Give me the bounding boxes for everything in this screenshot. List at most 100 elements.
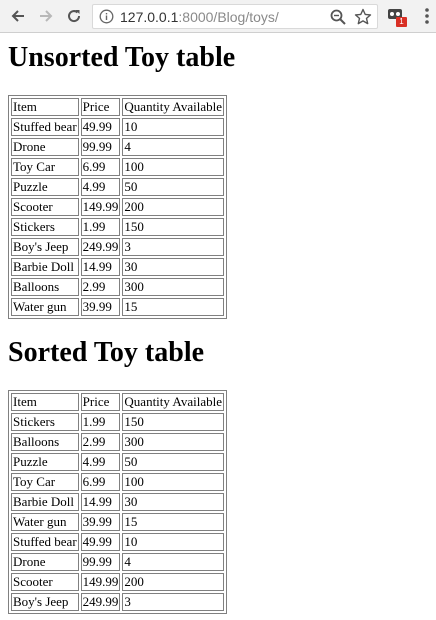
table-cell: 200	[122, 573, 225, 591]
info-icon[interactable]	[99, 9, 114, 24]
back-button[interactable]	[6, 4, 30, 28]
table-cell: Drone	[11, 553, 79, 571]
table-cell: 150	[122, 218, 225, 236]
table-cell: Item	[11, 98, 79, 116]
table-cell: 300	[122, 278, 225, 296]
bookmark-star-icon[interactable]	[354, 8, 372, 26]
table-cell: Scooter	[11, 198, 79, 216]
url-host: 127.0.0.1	[120, 9, 179, 25]
table-row: Toy Car 6.99 100	[11, 473, 225, 491]
url-text: 127.0.0.1:8000/Blog/toys/	[120, 9, 279, 25]
forward-arrow-icon	[40, 10, 53, 22]
table-cell: 10	[122, 118, 225, 136]
table-cell: Puzzle	[11, 453, 79, 471]
table-cell: Toy Car	[11, 158, 79, 176]
table-cell: 149.99	[80, 573, 121, 591]
table-cell: Drone	[11, 138, 79, 156]
table-cell: 99.99	[80, 553, 121, 571]
table-cell: 100	[122, 473, 225, 491]
table-cell: Puzzle	[11, 178, 79, 196]
table-cell: 49.99	[80, 533, 121, 551]
table-cell: 3	[122, 593, 225, 611]
table-cell: Balloons	[11, 278, 79, 296]
table-cell: Scooter	[11, 573, 79, 591]
table-cell: Toy Car	[11, 473, 79, 491]
table-cell: Stickers	[11, 413, 79, 431]
reload-button[interactable]	[62, 4, 86, 28]
zoom-icon[interactable]	[329, 8, 347, 26]
table-header-row: Item Price Quantity Available	[11, 393, 225, 411]
table-cell: 15	[122, 513, 225, 531]
url-path: :8000/Blog/toys/	[178, 9, 279, 25]
table-row: Stickers 1.99 150	[11, 413, 225, 431]
table-cell: 50	[122, 453, 225, 471]
unsorted-toy-table: Item Price Quantity Available Stuffed bear 4…	[8, 95, 228, 319]
table-cell: 39.99	[80, 513, 121, 531]
table-cell: 100	[122, 158, 225, 176]
table-cell: 249.99	[80, 238, 121, 256]
table-cell: 14.99	[80, 493, 121, 511]
table-cell: 1.99	[80, 218, 121, 236]
extension-button[interactable]: 1	[387, 6, 409, 28]
table-cell: 2.99	[80, 278, 121, 296]
table-cell: 14.99	[80, 258, 121, 276]
table-row: Stuffed bear 49.99 10	[11, 118, 225, 136]
table-cell: Price	[80, 98, 121, 116]
table-cell: 4	[122, 553, 225, 571]
table-row: Boy's Jeep 249.99 3	[11, 238, 225, 256]
table-cell: Barbie Doll	[11, 258, 79, 276]
table-cell: 4.99	[80, 453, 121, 471]
table-cell: Item	[11, 393, 79, 411]
table-cell: Price	[80, 393, 121, 411]
table-cell: Stuffed bear	[11, 533, 79, 551]
table-cell: 4.99	[80, 178, 121, 196]
table-cell: Quantity Available	[122, 393, 225, 411]
table-cell: 149.99	[80, 198, 121, 216]
table-cell: 30	[122, 493, 225, 511]
address-bar[interactable]: 127.0.0.1:8000/Blog/toys/	[92, 4, 378, 29]
table-row: Stuffed bear 49.99 10	[11, 533, 225, 551]
table-row: Barbie Doll 14.99 30	[11, 258, 225, 276]
sorted-toy-table: Item Price Quantity Available Stickers 1.99 1…	[8, 390, 228, 614]
table-cell: Balloons	[11, 433, 79, 451]
table-cell: 15	[122, 298, 225, 316]
unsorted-title: Unsorted Toy table	[8, 42, 236, 73]
table-row: Drone 99.99 4	[11, 553, 225, 571]
table-cell: 49.99	[80, 118, 121, 136]
menu-dots-icon[interactable]	[420, 6, 434, 26]
table-cell: 3	[122, 238, 225, 256]
table-row: Water gun 39.99 15	[11, 298, 225, 316]
browser-toolbar: 127.0.0.1:8000/Blog/toys/ 1	[0, 0, 436, 33]
table-row: Barbie Doll 14.99 30	[11, 493, 225, 511]
table-row: Boy's Jeep 249.99 3	[11, 593, 225, 611]
table-row: Drone 99.99 4	[11, 138, 225, 156]
table-cell: 1.99	[80, 413, 121, 431]
table-cell: Quantity Available	[122, 98, 225, 116]
table-row: Balloons 2.99 300	[11, 433, 225, 451]
table-cell: 99.99	[80, 138, 121, 156]
back-arrow-icon	[11, 10, 24, 22]
table-cell: 10	[122, 533, 225, 551]
table-cell: 300	[122, 433, 225, 451]
table-cell: 39.99	[80, 298, 121, 316]
sorted-title: Sorted Toy table	[8, 337, 205, 368]
table-cell: Water gun	[11, 513, 79, 531]
table-row: Scooter 149.99 200	[11, 573, 225, 591]
table-cell: Barbie Doll	[11, 493, 79, 511]
extension-badge: 1	[396, 17, 407, 27]
table-row: Scooter 149.99 200	[11, 198, 225, 216]
table-cell: 150	[122, 413, 225, 431]
table-cell: 4	[122, 138, 225, 156]
table-cell: Stickers	[11, 218, 79, 236]
table-cell: 249.99	[80, 593, 121, 611]
table-header-row: Item Price Quantity Available	[11, 98, 225, 116]
table-row: Stickers 1.99 150	[11, 218, 225, 236]
table-row: Puzzle 4.99 50	[11, 453, 225, 471]
table-cell: Boy's Jeep	[11, 593, 79, 611]
table-cell: 50	[122, 178, 225, 196]
reload-icon	[68, 10, 81, 23]
table-cell: 30	[122, 258, 225, 276]
forward-button[interactable]	[34, 4, 58, 28]
table-row: Toy Car 6.99 100	[11, 158, 225, 176]
table-cell: 6.99	[80, 158, 121, 176]
